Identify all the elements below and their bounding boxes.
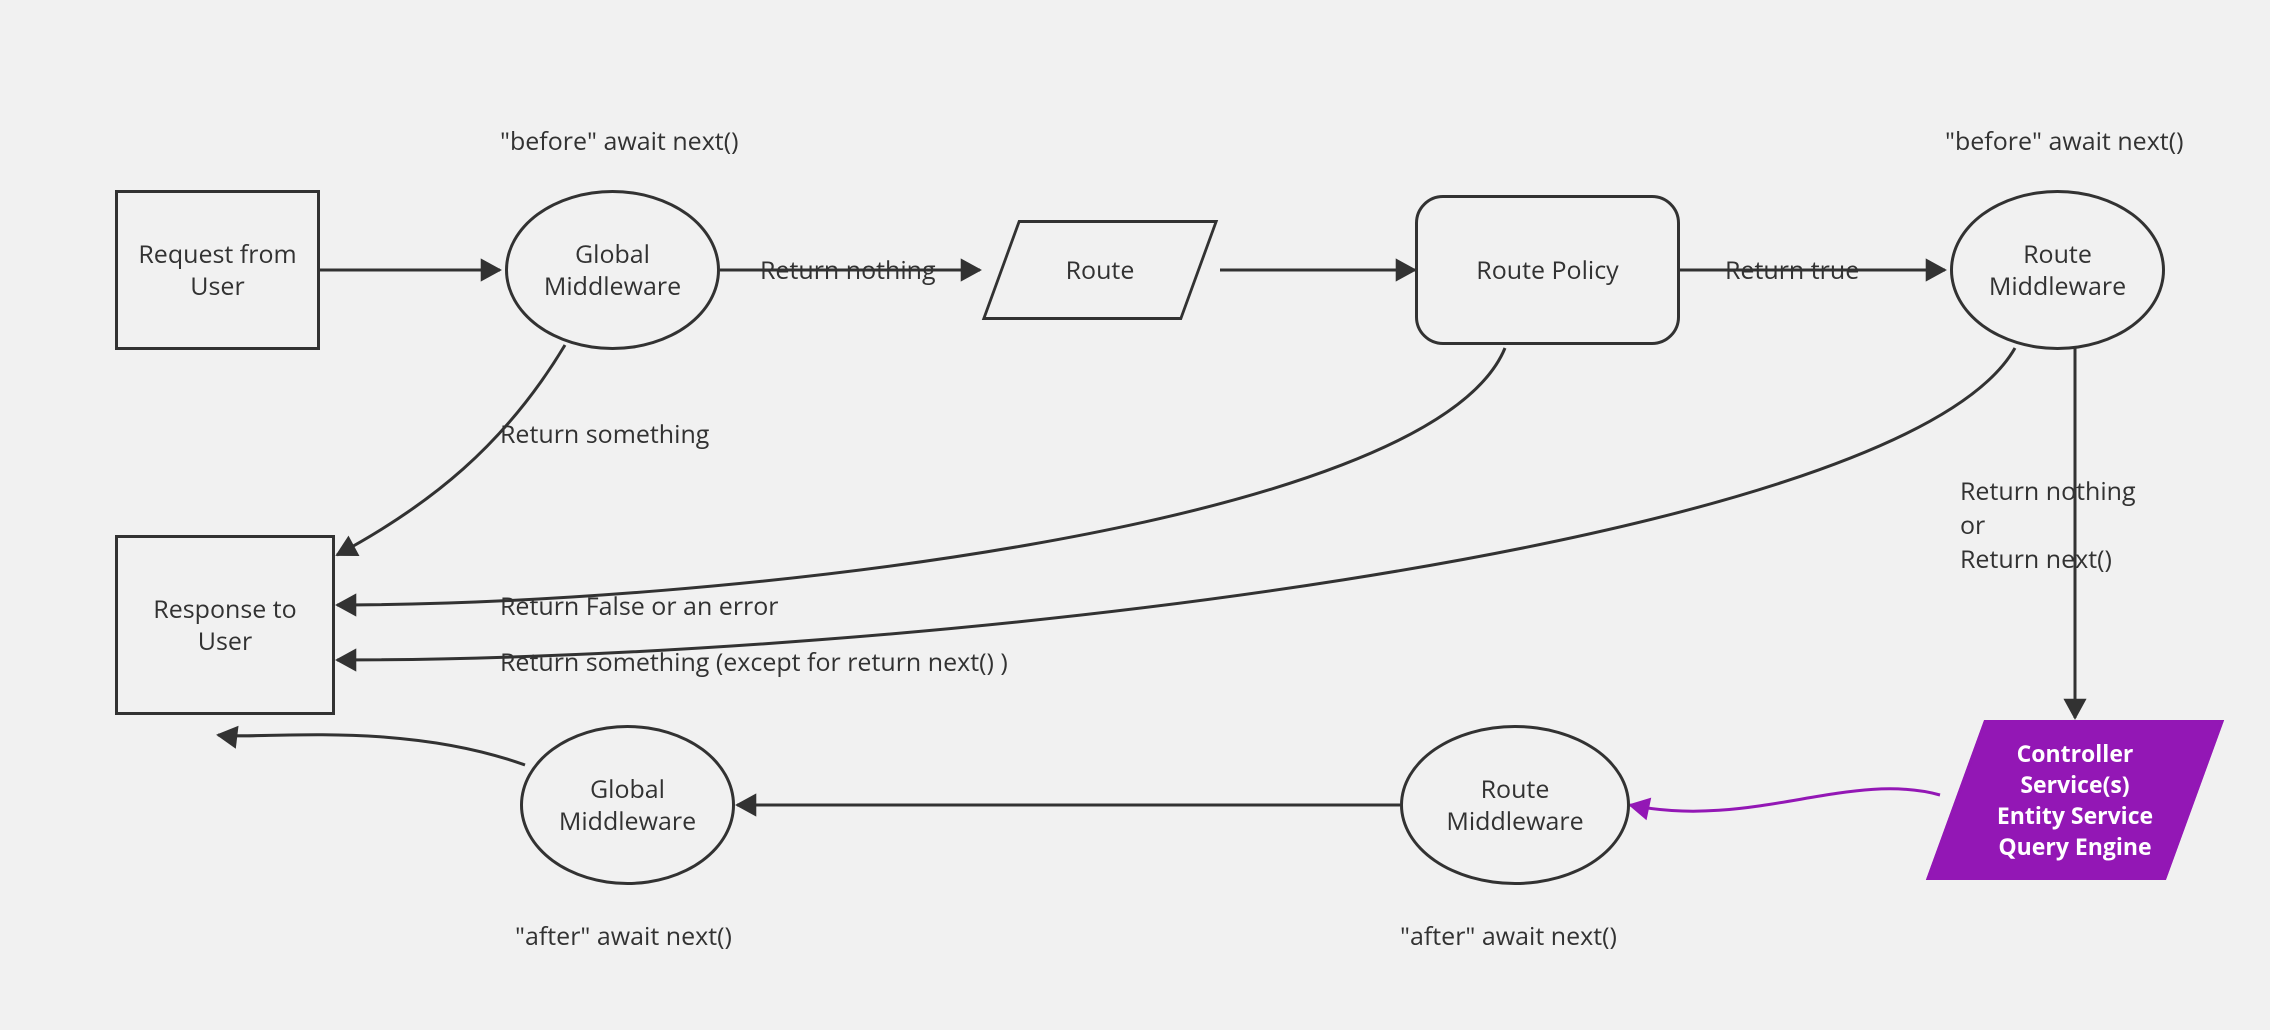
annotation-before-global: "before" await next(): [500, 125, 738, 159]
edge-label-return-false-err: Return False or an error: [500, 590, 779, 624]
node-label: Response to User: [153, 593, 296, 658]
node-route: Route: [1000, 220, 1200, 320]
edge-label-return-something: Return something: [500, 418, 709, 452]
node-label: Global Middleware: [544, 238, 681, 303]
node-label: Route Middleware: [1989, 238, 2126, 303]
diagram-canvas: Request from User Global Middleware Rout…: [0, 0, 2270, 1030]
node-global-middleware-after: Global Middleware: [520, 725, 735, 885]
node-request-from-user: Request from User: [115, 190, 320, 350]
edge-label-return-something-except: Return something (except for return next…: [500, 646, 1008, 680]
annotation-after-global: "after" await next(): [515, 920, 732, 954]
edge-label-return-nothing-or-next: Return nothing or Return next(): [1960, 475, 2136, 576]
node-label: Request from User: [138, 238, 296, 303]
node-label: Controller Service(s) Entity Service Que…: [1997, 738, 2153, 862]
node-label: Route: [1066, 254, 1135, 287]
node-label: Route Policy: [1476, 254, 1618, 287]
node-response-to-user: Response to User: [115, 535, 335, 715]
annotation-before-route: "before" await next(): [1945, 125, 2183, 159]
node-route-middleware-before: Route Middleware: [1950, 190, 2165, 350]
node-label: Global Middleware: [559, 773, 696, 838]
node-controller-service: Controller Service(s) Entity Service Que…: [1955, 720, 2195, 880]
node-global-middleware-before: Global Middleware: [505, 190, 720, 350]
node-label: Route Middleware: [1446, 773, 1583, 838]
annotation-after-route: "after" await next(): [1400, 920, 1617, 954]
edge-label-return-true: Return true: [1725, 254, 1859, 288]
edge-route-policy-to-response: [337, 348, 1505, 605]
edge-controller-to-route-mw-after: [1630, 789, 1940, 811]
edge-global-mw-after-to-response: [218, 735, 525, 765]
node-route-middleware-after: Route Middleware: [1400, 725, 1630, 885]
edge-label-return-nothing: Return nothing: [760, 254, 936, 288]
node-route-policy: Route Policy: [1415, 195, 1680, 345]
